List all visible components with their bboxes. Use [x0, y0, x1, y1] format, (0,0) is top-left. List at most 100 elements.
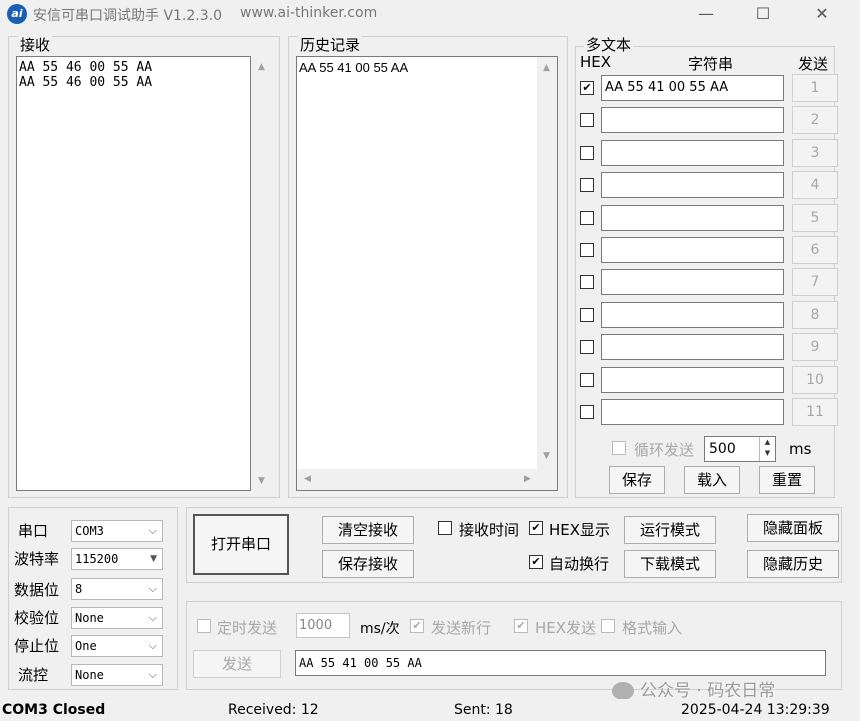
clear-receive-button[interactable]: 清空接收	[322, 516, 414, 544]
send-row-button[interactable]: 7	[792, 268, 838, 297]
watermark: 公众号 · 码农日常	[612, 676, 775, 701]
maximize-icon[interactable]: ☐	[743, 2, 783, 26]
hex-row-checkbox[interactable]	[580, 307, 594, 322]
string-input[interactable]	[601, 301, 784, 328]
format-input-checkbox[interactable]	[601, 619, 615, 633]
scroll-down-icon[interactable]: ▼	[253, 476, 270, 486]
send-row-button[interactable]: 8	[792, 300, 838, 329]
status-received: Received: 12	[228, 702, 319, 718]
open-port-button[interactable]: 打开串口	[193, 514, 289, 575]
multitext-label: 多文本	[584, 34, 634, 55]
send-row-button[interactable]: 3	[792, 138, 838, 167]
send-row-button[interactable]: 6	[792, 236, 838, 264]
receive-scrollbar[interactable]: ▲ ▼	[252, 56, 272, 491]
chevron-down-icon: ⌵	[148, 668, 157, 681]
stopbits-select[interactable]: One ⌵	[71, 635, 163, 657]
send-newline-checkbox[interactable]: ✔	[410, 619, 424, 633]
save-button[interactable]: 保存	[609, 466, 665, 494]
hide-history-button[interactable]: 隐藏历史	[747, 550, 839, 578]
hide-panel-button[interactable]: 隐藏面板	[747, 514, 839, 542]
timed-interval-input[interactable]: 1000	[296, 613, 350, 638]
databits-select[interactable]: 8 ⌵	[71, 578, 163, 600]
scroll-down-icon[interactable]: ▼	[538, 451, 555, 461]
string-input[interactable]	[601, 107, 784, 134]
status-sent: Sent: 18	[454, 702, 513, 718]
baud-select[interactable]: 115200 ▼	[71, 548, 163, 570]
loop-send-label: 循环发送	[634, 441, 695, 459]
scroll-up-icon[interactable]: ▲	[538, 63, 555, 73]
hex-row-checkbox[interactable]	[580, 275, 594, 290]
baud-value: 115200	[75, 552, 119, 566]
send-input[interactable]: AA 55 41 00 55 AA	[295, 650, 826, 676]
send-row-button[interactable]: 2	[792, 106, 838, 135]
app-logo-icon: ai	[7, 4, 27, 24]
history-content: AA 55 41 00 55 AA	[297, 57, 557, 78]
loop-send-checkbox[interactable]	[612, 441, 626, 455]
hex-send-checkbox[interactable]: ✔	[514, 619, 528, 633]
chevron-down-icon: ⌵	[148, 639, 157, 652]
close-icon[interactable]: ✕	[802, 2, 842, 26]
wechat-icon	[612, 682, 634, 700]
hex-row-checkbox[interactable]	[580, 243, 594, 257]
hex-row-checkbox[interactable]	[580, 372, 594, 387]
history-item[interactable]: AA 55 41 00 55 AA	[299, 60, 555, 75]
chevron-down-icon: ⌵	[148, 582, 157, 595]
watermark-text: 公众号 · 码农日常	[640, 681, 776, 701]
hex-row-checkbox[interactable]	[580, 113, 594, 128]
save-receive-button[interactable]: 保存接收	[322, 550, 414, 578]
hex-row-checkbox[interactable]	[580, 210, 594, 225]
string-input[interactable]	[601, 172, 784, 199]
parity-select[interactable]: None ⌵	[71, 607, 163, 629]
receive-textarea[interactable]: AA 55 46 00 55 AA AA 55 46 00 55 AA	[16, 56, 251, 491]
send-row-button[interactable]: 4	[792, 171, 838, 200]
port-select[interactable]: COM3 ⌵	[71, 520, 163, 542]
send-newline-label: 发送新行	[431, 619, 492, 637]
loop-interval-input[interactable]: 500 ▲ ▼	[704, 436, 776, 462]
status-timestamp: 2025-04-24 13:29:39	[681, 702, 830, 718]
spinner-icon[interactable]: ▲ ▼	[759, 437, 775, 461]
flow-select[interactable]: None ⌵	[71, 664, 163, 686]
minimize-icon[interactable]: —	[686, 2, 726, 26]
string-input[interactable]: AA 55 41 00 55 AA	[601, 75, 784, 101]
string-input[interactable]	[601, 237, 784, 263]
interval-unit: ms/次	[360, 621, 400, 637]
load-button[interactable]: 载入	[684, 466, 740, 494]
auto-newline-checkbox[interactable]: ✔	[529, 555, 543, 569]
scroll-left-icon[interactable]: ◀	[299, 474, 316, 484]
window-url: www.ai-thinker.com	[240, 5, 378, 21]
string-input[interactable]	[601, 269, 784, 296]
hex-row-checkbox[interactable]	[580, 145, 594, 160]
port-value: COM3	[75, 524, 104, 538]
scroll-right-icon[interactable]: ▶	[519, 474, 536, 484]
hex-row-checkbox[interactable]	[580, 340, 594, 355]
hex-row-checkbox[interactable]	[580, 178, 594, 193]
send-row-button[interactable]: 10	[792, 365, 838, 394]
send-row-button[interactable]: 9	[792, 333, 838, 362]
run-mode-button[interactable]: 运行模式	[624, 516, 716, 544]
reset-button[interactable]: 重置	[759, 466, 815, 494]
send-row-button[interactable]: 11	[792, 398, 838, 426]
receive-line: AA 55 46 00 55 AA	[19, 75, 153, 90]
hex-row-checkbox[interactable]	[580, 405, 594, 419]
send-button[interactable]: 发送	[193, 650, 281, 678]
baud-label: 波特率	[14, 550, 60, 568]
history-vscrollbar[interactable]: ▲ ▼	[537, 57, 557, 490]
string-input[interactable]	[601, 399, 784, 425]
multitext-col-send: 发送	[798, 55, 829, 73]
send-row-button[interactable]: 1	[792, 74, 838, 102]
string-input[interactable]	[601, 204, 784, 231]
port-label: 串口	[18, 522, 49, 540]
hex-display-checkbox[interactable]: ✔	[529, 521, 543, 535]
string-input[interactable]	[601, 139, 784, 166]
scroll-up-icon[interactable]: ▲	[253, 62, 270, 72]
download-mode-button[interactable]: 下载模式	[624, 550, 716, 578]
databits-label: 数据位	[14, 581, 60, 599]
receive-time-checkbox[interactable]	[438, 521, 452, 535]
hex-row-checkbox[interactable]: ✔	[580, 81, 594, 95]
string-input[interactable]	[601, 334, 784, 361]
history-hscrollbar[interactable]: ◀ ▶	[297, 469, 541, 490]
history-list[interactable]: AA 55 41 00 55 AA ◀ ▶ ▲ ▼	[296, 56, 558, 491]
timed-send-checkbox[interactable]	[197, 619, 211, 633]
string-input[interactable]	[601, 366, 784, 393]
send-row-button[interactable]: 5	[792, 203, 838, 232]
